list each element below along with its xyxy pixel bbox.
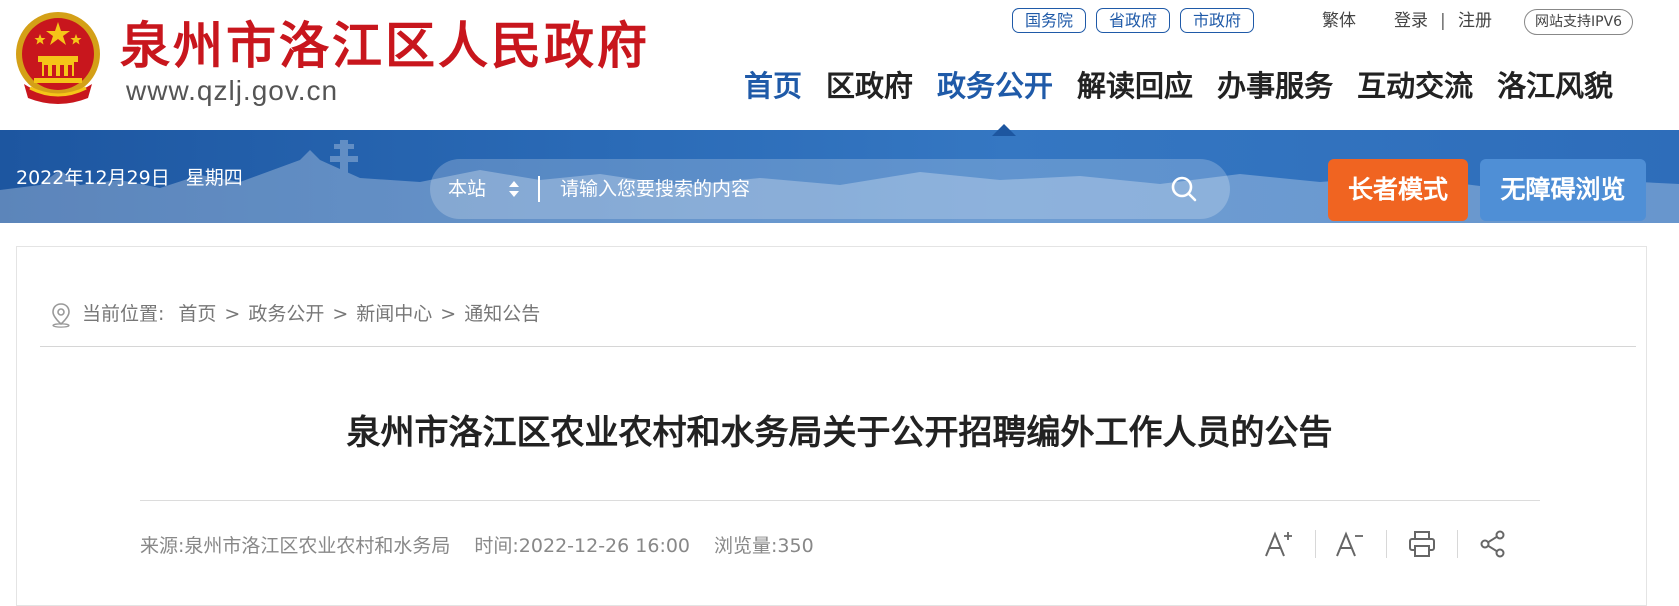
nav-interaction[interactable]: 互动交流 [1357, 66, 1473, 106]
nav-scenery[interactable]: 洛江风貌 [1497, 66, 1613, 106]
accessible-browse-button[interactable]: 无障碍浏览 [1480, 159, 1646, 221]
scope-toggle-icon[interactable] [508, 178, 520, 200]
search-divider [538, 176, 540, 202]
site-header: 泉州市洛江区人民政府 www.qzlj.gov.cn 国务院 省政府 市政府 繁… [0, 0, 1679, 130]
traditional-chinese-link[interactable]: 繁体 [1322, 10, 1356, 32]
nav-gov-affairs[interactable]: 政务公开 [937, 66, 1053, 106]
current-date: 2022年12月29日 星期四 [16, 167, 243, 189]
nav-active-pointer [992, 124, 1016, 136]
article-source: 来源:泉州市洛江区农业农村和水务局 [140, 535, 451, 557]
ipv6-badge[interactable]: 网站支持IPV6 [1524, 9, 1634, 35]
font-decrease-icon[interactable] [1333, 526, 1369, 562]
print-icon[interactable] [1404, 526, 1440, 562]
breadcrumb-sep: > [332, 303, 349, 325]
breadcrumb-notices[interactable]: 通知公告 [464, 300, 540, 328]
article-tools [1262, 526, 1511, 562]
login-link[interactable]: 登录 [1394, 10, 1428, 32]
nav-home[interactable]: 首页 [744, 66, 802, 106]
breadcrumb-home[interactable]: 首页 [178, 300, 216, 328]
nav-district-gov[interactable]: 区政府 [826, 66, 913, 106]
breadcrumb-sep: > [224, 303, 241, 325]
current-weekday: 星期四 [185, 167, 243, 189]
breadcrumb-gov-affairs[interactable]: 政务公开 [248, 300, 324, 328]
article-meta: 来源:泉州市洛江区农业农村和水务局 时间:2022-12-26 16:00 浏览… [140, 532, 814, 560]
national-emblem-icon[interactable] [14, 10, 102, 104]
tool-divider [1315, 530, 1316, 558]
font-increase-icon[interactable] [1262, 526, 1298, 562]
share-icon[interactable] [1475, 526, 1511, 562]
search-scope-select[interactable]: 本站 [448, 159, 486, 219]
location-icon [52, 303, 70, 328]
breadcrumb-divider [40, 346, 1636, 347]
title-divider [140, 500, 1540, 501]
gov-link-province[interactable]: 省政府 [1096, 8, 1171, 33]
article-time: 时间:2022-12-26 16:00 [474, 535, 691, 557]
tool-divider [1386, 530, 1387, 558]
breadcrumb-news-center[interactable]: 新闻中心 [356, 300, 432, 328]
main-nav: 首页 区政府 政务公开 解读回应 办事服务 互动交流 洛江风貌 [744, 66, 1613, 106]
gov-link-city[interactable]: 市政府 [1180, 8, 1255, 33]
search-icon[interactable] [1170, 175, 1198, 203]
site-title[interactable]: 泉州市洛江区人民政府 [120, 14, 650, 78]
nav-services[interactable]: 办事服务 [1217, 66, 1333, 106]
gov-links: 国务院 省政府 市政府 [1012, 8, 1255, 33]
breadcrumb-label: 当前位置: [82, 303, 165, 325]
elder-mode-button[interactable]: 长者模式 [1328, 159, 1468, 221]
breadcrumb-sep: > [440, 303, 457, 325]
tool-divider [1457, 530, 1458, 558]
register-link[interactable]: 注册 [1458, 10, 1492, 32]
nav-interpretation[interactable]: 解读回应 [1077, 66, 1193, 106]
util-separator: | [1440, 11, 1446, 31]
site-domain: www.qzlj.gov.cn [126, 75, 339, 106]
search-input[interactable] [560, 171, 1120, 207]
article-views: 浏览量:350 [714, 535, 814, 557]
search-box: 本站 [430, 159, 1230, 219]
article-title: 泉州市洛江区农业农村和水务局关于公开招聘编外工作人员的公告 [346, 413, 1333, 453]
breadcrumb: 当前位置: 首页 > 政务公开 > 新闻中心 > 通知公告 [82, 300, 540, 328]
gov-link-state-council[interactable]: 国务院 [1012, 8, 1087, 33]
